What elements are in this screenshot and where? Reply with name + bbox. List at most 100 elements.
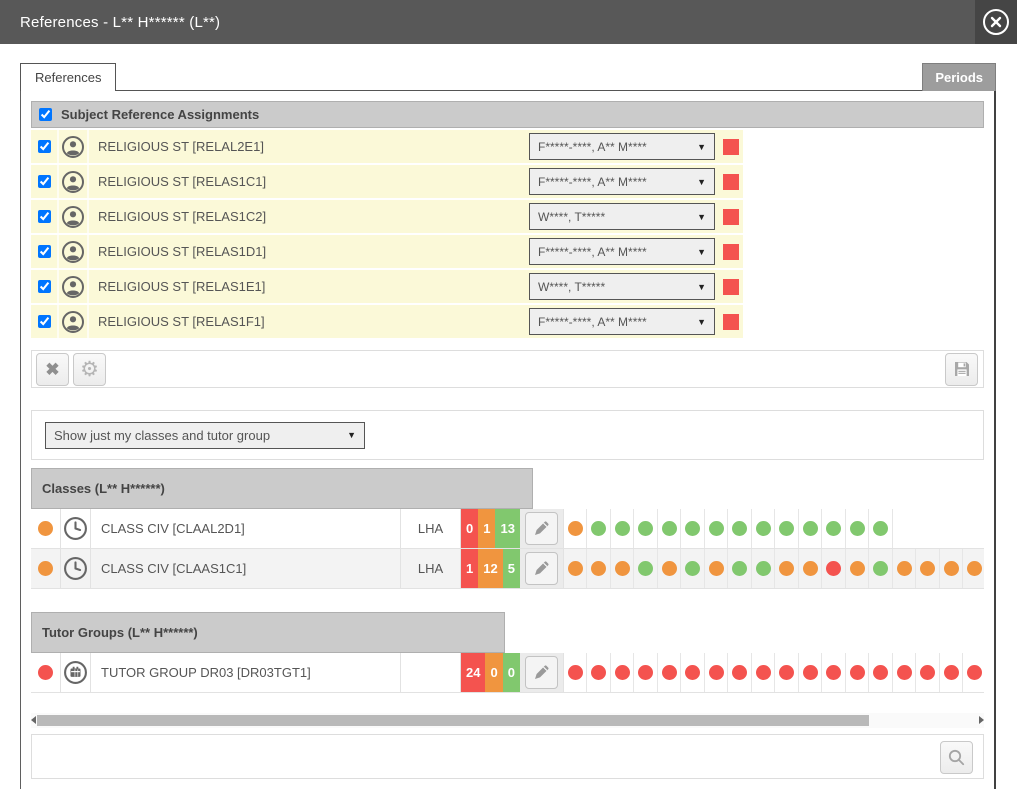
subject-assignments-title: Subject Reference Assignments xyxy=(61,107,259,122)
subject-assignment-row: RELIGIOUS ST [RELAS1D1] F*****-****, A**… xyxy=(31,235,743,268)
save-button[interactable] xyxy=(945,353,978,386)
assignment-toolbar: ✖ ⚙ xyxy=(31,350,984,388)
status-dot-cell xyxy=(611,509,635,548)
row-checkbox-cell xyxy=(31,305,59,338)
red-status-dot xyxy=(732,665,747,680)
class-filter-box: Show just my classes and tutor group ▼ xyxy=(31,410,984,460)
group-icon-cell xyxy=(61,653,91,692)
subject-row-checkbox[interactable] xyxy=(38,315,51,328)
row-status-cell xyxy=(719,279,743,295)
subject-row-checkbox[interactable] xyxy=(38,175,51,188)
orange-status-dot xyxy=(920,561,935,576)
edit-cell xyxy=(520,549,564,588)
status-dot-cell xyxy=(869,653,893,692)
status-dot-cell xyxy=(705,509,729,548)
subject-row-checkbox[interactable] xyxy=(38,140,51,153)
subject-row-label: RELIGIOUS ST [RELAS1D1] xyxy=(89,235,529,268)
subject-assignment-row: RELIGIOUS ST [RELAS1C1] F*****-****, A**… xyxy=(31,165,743,198)
pencil-icon xyxy=(532,664,550,682)
status-dot-cell xyxy=(822,509,846,548)
count-red: 0 xyxy=(461,509,478,548)
group-icon-cell xyxy=(61,509,91,548)
teacher-select[interactable]: F*****-****, A** M**** ▼ xyxy=(529,238,715,265)
teacher-select-value: W****, T***** xyxy=(538,280,605,294)
red-status-dot xyxy=(826,665,841,680)
tab-references[interactable]: References xyxy=(20,63,116,91)
green-status-dot xyxy=(850,521,865,536)
person-icon xyxy=(59,270,89,303)
status-dot xyxy=(38,521,53,536)
scroll-left-arrow[interactable] xyxy=(31,716,36,724)
status-square xyxy=(723,314,739,330)
teacher-select[interactable]: W****, T***** ▼ xyxy=(529,203,715,230)
row-status-cell xyxy=(719,314,743,330)
subject-row-checkbox[interactable] xyxy=(38,280,51,293)
row-status-cell xyxy=(719,174,743,190)
status-dot-cell xyxy=(728,653,752,692)
subject-assignment-row: RELIGIOUS ST [RELAS1E1] W****, T***** ▼ xyxy=(31,270,743,303)
teacher-select-value: F*****-****, A** M**** xyxy=(538,245,647,259)
count-orange: 0 xyxy=(485,653,502,692)
delete-button[interactable]: ✖ xyxy=(36,353,69,386)
status-dot-cell xyxy=(611,653,635,692)
count-red: 1 xyxy=(461,549,478,588)
subject-assignment-row: RELIGIOUS ST [RELAL2E1] F*****-****, A**… xyxy=(31,130,743,163)
count-red: 24 xyxy=(461,653,485,692)
status-dot-cell xyxy=(728,549,752,588)
status-dot-cell xyxy=(822,549,846,588)
row-status-cell xyxy=(719,139,743,155)
status-dot-cell xyxy=(752,509,776,548)
status-dot-cell xyxy=(775,653,799,692)
person-icon xyxy=(59,165,89,198)
teacher-select[interactable]: F*****-****, A** M**** ▼ xyxy=(529,133,715,160)
teacher-select-cell: F*****-****, A** M**** ▼ xyxy=(529,133,719,160)
tutor-groups-header: Tutor Groups (L** H******) xyxy=(31,612,505,653)
search-input[interactable] xyxy=(36,739,936,774)
green-status-dot xyxy=(662,521,677,536)
settings-button[interactable]: ⚙ xyxy=(73,353,106,386)
status-dot-cell xyxy=(846,653,870,692)
teacher-select-cell: F*****-****, A** M**** ▼ xyxy=(529,308,719,335)
status-square xyxy=(723,139,739,155)
teacher-select-cell: W****, T***** ▼ xyxy=(529,273,719,300)
group-row: CLASS CIV [CLAAL2D1] LHA 0 1 13 xyxy=(31,509,984,549)
status-dot-cell xyxy=(963,653,984,692)
scrollbar-thumb[interactable] xyxy=(37,715,869,726)
green-status-dot xyxy=(873,521,888,536)
subject-row-checkbox[interactable] xyxy=(38,210,51,223)
status-square xyxy=(723,244,739,260)
search-button[interactable] xyxy=(940,741,973,774)
status-dot-cell xyxy=(799,509,823,548)
tab-periods[interactable]: Periods xyxy=(922,63,996,91)
teacher-select[interactable]: W****, T***** ▼ xyxy=(529,273,715,300)
subject-row-label: RELIGIOUS ST [RELAS1C2] xyxy=(89,200,529,233)
orange-status-dot xyxy=(568,561,583,576)
status-dot-cell xyxy=(658,509,682,548)
subject-row-checkbox[interactable] xyxy=(38,245,51,258)
status-square xyxy=(723,209,739,225)
class-filter-select[interactable]: Show just my classes and tutor group ▼ xyxy=(45,422,365,449)
status-dot-cell xyxy=(893,653,917,692)
row-status-cell xyxy=(719,244,743,260)
status-dot xyxy=(38,561,53,576)
status-dot-cell xyxy=(846,549,870,588)
green-status-dot xyxy=(756,561,771,576)
edit-button[interactable] xyxy=(525,552,558,585)
close-button[interactable] xyxy=(975,0,1017,44)
edit-button[interactable] xyxy=(525,656,558,689)
teacher-select[interactable]: F*****-****, A** M**** ▼ xyxy=(529,168,715,195)
orange-status-dot xyxy=(779,561,794,576)
subject-assignments-header: Subject Reference Assignments xyxy=(31,101,984,128)
green-status-dot xyxy=(591,521,606,536)
row-status-cell xyxy=(31,653,61,692)
edit-button[interactable] xyxy=(525,512,558,545)
status-dot-cell xyxy=(799,549,823,588)
green-status-dot xyxy=(685,561,700,576)
select-all-checkbox[interactable] xyxy=(39,108,52,121)
status-dot-cell xyxy=(940,549,964,588)
status-square xyxy=(723,279,739,295)
status-dot-strip xyxy=(564,509,984,548)
scroll-right-arrow[interactable] xyxy=(979,716,984,724)
teacher-select[interactable]: F*****-****, A** M**** ▼ xyxy=(529,308,715,335)
orange-status-dot xyxy=(803,561,818,576)
